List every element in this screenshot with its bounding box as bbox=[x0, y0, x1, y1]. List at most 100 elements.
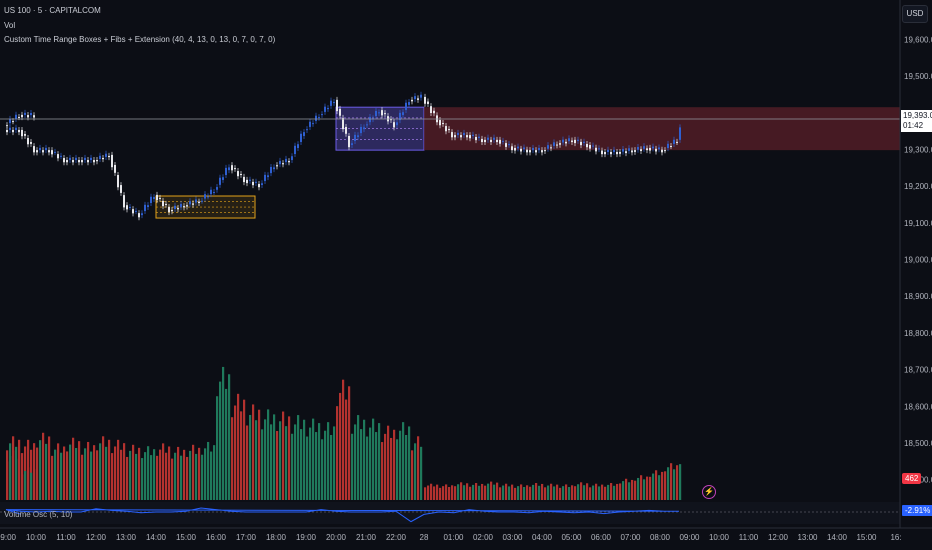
candle bbox=[279, 160, 281, 165]
candle bbox=[670, 146, 672, 148]
price-chart[interactable]: 19,600.0 19,500.0 19,300.0 19,200.0 19,100.0… bbox=[0, 0, 932, 550]
volume-bar bbox=[153, 449, 156, 500]
candle bbox=[342, 117, 344, 130]
candle bbox=[180, 203, 182, 208]
time-tick-label: 16:00 bbox=[206, 533, 227, 542]
candle bbox=[517, 146, 519, 149]
candle bbox=[216, 187, 218, 190]
volume-bar bbox=[532, 484, 535, 500]
volume-bar bbox=[517, 486, 520, 500]
candle bbox=[598, 148, 600, 150]
candle bbox=[270, 166, 272, 174]
candle bbox=[291, 156, 293, 161]
candle bbox=[102, 157, 104, 160]
volume-bar bbox=[6, 461, 9, 500]
volume-bar bbox=[649, 476, 652, 500]
candle bbox=[24, 133, 26, 136]
volume-bar bbox=[336, 406, 339, 500]
volume-bar bbox=[366, 436, 369, 500]
candle bbox=[27, 115, 29, 118]
volume-bar bbox=[183, 449, 186, 500]
time-tick-label: 11:00 bbox=[739, 533, 759, 542]
candle bbox=[547, 145, 549, 149]
volume-bar bbox=[99, 443, 102, 500]
candle bbox=[297, 144, 299, 149]
candle bbox=[72, 160, 74, 163]
volume-bar bbox=[387, 425, 390, 500]
candle bbox=[384, 113, 386, 115]
candle bbox=[123, 195, 125, 208]
candle bbox=[30, 142, 32, 144]
volume-bar bbox=[679, 464, 682, 500]
volume-bar bbox=[108, 439, 111, 500]
volume-bar bbox=[318, 423, 321, 500]
volume-bar bbox=[523, 487, 526, 500]
candle bbox=[360, 126, 362, 134]
volume-bar bbox=[556, 484, 559, 500]
candle bbox=[54, 151, 56, 153]
volume-bar bbox=[18, 453, 21, 500]
volume-bar bbox=[574, 486, 577, 500]
last-volume-tag: 462 bbox=[902, 473, 922, 484]
candle bbox=[568, 138, 570, 142]
volume-bar bbox=[321, 439, 324, 500]
last-price-tag: 19,393.0 01:42 bbox=[901, 110, 932, 132]
price-tick-label: 19,200.0 bbox=[904, 182, 932, 191]
oscillator-legend[interactable]: Volume Osc (5, 10) bbox=[4, 510, 72, 519]
candle bbox=[168, 206, 170, 213]
candle bbox=[243, 176, 245, 183]
volume-bar bbox=[511, 484, 514, 500]
volume-legend[interactable]: Vol bbox=[4, 21, 15, 30]
symbol-title[interactable]: US 100 · 5 · CAPITALCOM bbox=[4, 6, 101, 15]
volume-bar bbox=[424, 487, 427, 500]
time-tick-label: 21:00 bbox=[356, 533, 377, 542]
time-tick-label: 10:00 bbox=[709, 533, 730, 542]
volume-bar bbox=[27, 467, 30, 500]
volume-bar bbox=[96, 450, 99, 500]
study-legend[interactable]: Custom Time Range Boxes + Fibs + Extensi… bbox=[4, 35, 275, 44]
candle bbox=[475, 136, 477, 141]
volume-bar bbox=[39, 440, 42, 500]
candle bbox=[45, 147, 47, 151]
volume-bar bbox=[15, 458, 18, 500]
candle bbox=[318, 117, 320, 119]
volume-bar bbox=[393, 429, 396, 500]
candle bbox=[147, 205, 149, 208]
candle bbox=[417, 98, 419, 100]
volume-bar bbox=[583, 485, 586, 500]
lightning-icon[interactable]: ⚡ bbox=[702, 485, 716, 499]
volume-bar bbox=[174, 452, 177, 500]
volume-bar bbox=[529, 486, 532, 500]
volume-bar bbox=[168, 446, 171, 500]
candle bbox=[601, 150, 603, 155]
candle bbox=[589, 144, 591, 149]
price-tick-label: 18,600.0 bbox=[904, 402, 932, 411]
currency-button[interactable]: USD bbox=[902, 5, 928, 23]
candle bbox=[553, 142, 555, 146]
volume-bar bbox=[526, 485, 529, 500]
volume-bar bbox=[664, 471, 667, 500]
volume-bar bbox=[276, 431, 279, 500]
candle bbox=[396, 122, 398, 126]
candle bbox=[493, 137, 495, 140]
volume-bar bbox=[72, 437, 75, 500]
candle bbox=[186, 205, 188, 207]
candle bbox=[81, 160, 83, 163]
volume-bar bbox=[354, 424, 357, 500]
candle bbox=[508, 144, 510, 146]
candle bbox=[207, 196, 209, 198]
volume-bar bbox=[399, 430, 402, 500]
volume-bar bbox=[616, 483, 619, 500]
time-tick-label: 28 bbox=[420, 533, 429, 542]
price-tick-label: 19,000.0 bbox=[904, 256, 932, 265]
volume-bar bbox=[514, 487, 517, 500]
volume-bar bbox=[439, 487, 442, 500]
candle bbox=[487, 137, 489, 140]
volume-bar bbox=[445, 484, 448, 500]
volume-bar bbox=[396, 439, 399, 500]
candle bbox=[210, 189, 212, 195]
volume-bar bbox=[619, 483, 622, 500]
volume-bar bbox=[219, 381, 222, 500]
candle bbox=[300, 133, 302, 142]
candle bbox=[676, 141, 678, 143]
